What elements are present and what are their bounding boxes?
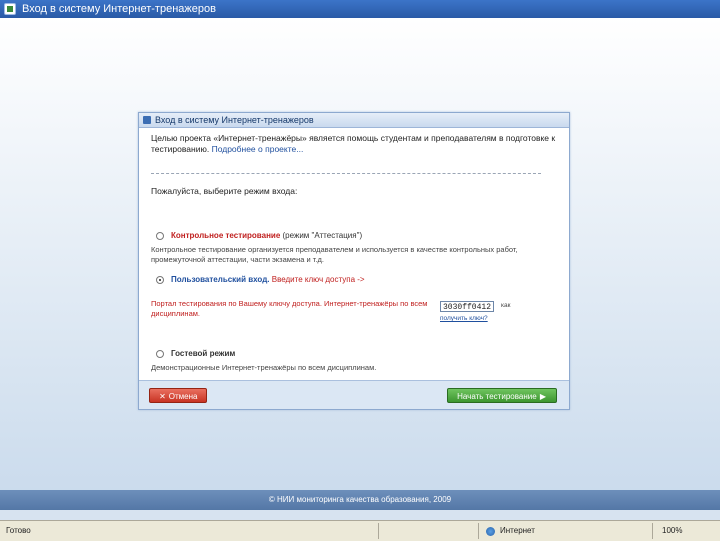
window-title: Вход в систему Интернет-тренажеров xyxy=(22,3,216,15)
dialog-footer: ✕ Отмена Начать тестирование ▶ xyxy=(139,380,569,409)
mode-control-testing-label: Контрольное тестирование xyxy=(171,231,281,240)
mode-control-testing-suffix: (режим "Аттестация") xyxy=(282,231,363,240)
zone-label: Интернет xyxy=(500,526,535,535)
project-info-link[interactable]: Подробнее о проекте... xyxy=(212,144,304,154)
page-background: Вход в систему Интернет-тренажеров Целью… xyxy=(0,18,720,510)
access-key-hint: как xyxy=(501,302,511,309)
radio-control-testing[interactable] xyxy=(156,232,164,240)
cancel-button-label: Отмена xyxy=(168,392,198,401)
mode-control-testing-desc: Контрольное тестирование организуется пр… xyxy=(151,245,518,264)
globe-icon xyxy=(486,527,495,536)
browser-statusbar: Готово Интернет 100% xyxy=(0,520,720,541)
mode-prompt: Пожалуйста, выберите режим входа: xyxy=(151,186,298,196)
security-zone[interactable]: Интернет xyxy=(486,524,535,538)
zoom-level[interactable]: 100% xyxy=(662,524,682,538)
status-text: Готово xyxy=(6,526,31,535)
get-key-link[interactable]: получить ключ? xyxy=(440,315,488,322)
mode-user-login[interactable]: Пользовательский вход. Введите ключ дост… xyxy=(151,275,431,319)
copyright-text: © НИИ мониторинга качества образования, … xyxy=(268,495,452,504)
app-icon xyxy=(4,3,16,15)
dialog-title: Вход в систему Интернет-тренажеров xyxy=(155,115,314,125)
mode-guest-desc: Демонстрационные Интернет-тренажёры по в… xyxy=(151,363,377,372)
window-titlebar: Вход в систему Интернет-тренажеров xyxy=(0,0,720,18)
cancel-button[interactable]: ✕ Отмена xyxy=(149,388,207,403)
window-icon xyxy=(143,116,151,124)
mode-user-login-label: Пользовательский вход. xyxy=(171,275,270,284)
dialog-header: Вход в систему Интернет-тренажеров xyxy=(139,113,569,128)
status-divider xyxy=(478,523,479,539)
radio-guest[interactable] xyxy=(156,350,164,358)
mode-guest[interactable]: Гостевой режим Демонстрационные Интернет… xyxy=(151,349,557,373)
access-key-input[interactable]: 3030ff0412 xyxy=(440,301,494,312)
login-dialog: Вход в систему Интернет-тренажеров Целью… xyxy=(138,112,570,410)
mode-control-testing[interactable]: Контрольное тестирование (режим "Аттеста… xyxy=(151,231,557,265)
intro-text: Целью проекта «Интернет-тренажёры» являе… xyxy=(151,133,557,155)
start-testing-button[interactable]: Начать тестирование ▶ xyxy=(447,388,557,403)
status-divider xyxy=(378,523,379,539)
close-icon: ✕ xyxy=(159,392,166,401)
separator xyxy=(151,173,541,174)
radio-user-login[interactable] xyxy=(156,276,164,284)
status-divider xyxy=(652,523,653,539)
mode-user-login-desc: Портал тестирования по Вашему ключу дост… xyxy=(151,299,428,318)
start-testing-label: Начать тестирование xyxy=(457,392,537,401)
mode-guest-label: Гостевой режим xyxy=(171,349,236,358)
mode-user-login-suffix: Введите ключ доступа -> xyxy=(271,275,365,284)
arrow-right-icon: ▶ xyxy=(539,392,546,401)
